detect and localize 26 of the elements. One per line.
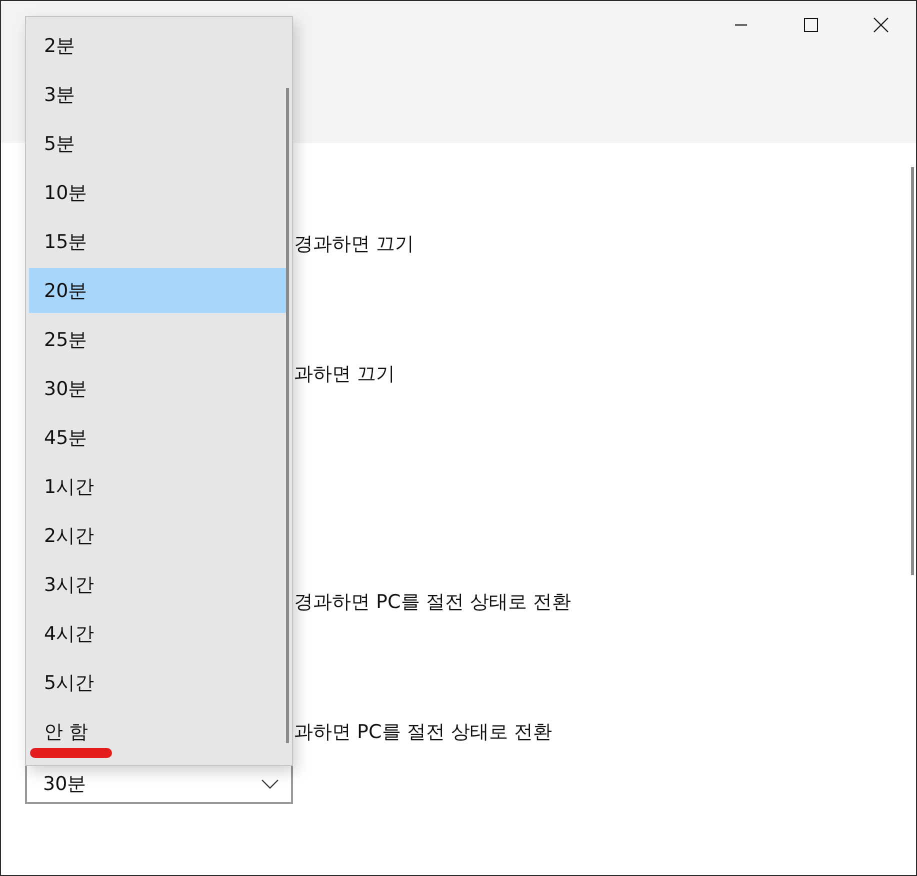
dropdown-field[interactable]: 30분 <box>25 764 293 804</box>
dropdown-option[interactable]: 3분 <box>29 72 286 117</box>
dropdown-option[interactable]: 25분 <box>29 317 286 362</box>
dropdown-option[interactable]: 5시간 <box>29 660 286 705</box>
setting-label: 경과하면 끄기 <box>294 232 416 257</box>
dropdown-option[interactable]: 10분 <box>29 170 286 215</box>
maximize-icon <box>804 18 818 32</box>
dropdown-option[interactable]: 4시간 <box>29 611 286 656</box>
scrollbar[interactable] <box>911 167 914 575</box>
setting-label: 경과하면 PC를 절전 상태로 전환 <box>294 590 572 615</box>
dropdown-option[interactable]: 30분 <box>29 366 286 411</box>
dropdown-option[interactable]: 5분 <box>29 121 286 166</box>
dropdown-option[interactable]: 1시간 <box>29 464 286 509</box>
dropdown-option[interactable]: 15분 <box>29 219 286 264</box>
close-icon <box>873 17 889 33</box>
setting-label: 과하면 PC를 절전 상태로 전환 <box>294 720 553 745</box>
setting-label: 과하면 끄기 <box>294 362 396 387</box>
scrollbar[interactable] <box>286 88 289 743</box>
dropdown-option[interactable]: 20분 <box>29 268 286 313</box>
dropdown-option[interactable]: 안 함 <box>29 709 286 754</box>
dropdown-option[interactable]: 45분 <box>29 415 286 460</box>
dropdown-option[interactable]: 3시간 <box>29 562 286 607</box>
minimize-icon <box>735 24 747 26</box>
dropdown-option[interactable]: 2시간 <box>29 513 286 558</box>
dropdown-option[interactable]: 2분 <box>29 23 286 68</box>
chevron-down-icon <box>261 779 279 789</box>
